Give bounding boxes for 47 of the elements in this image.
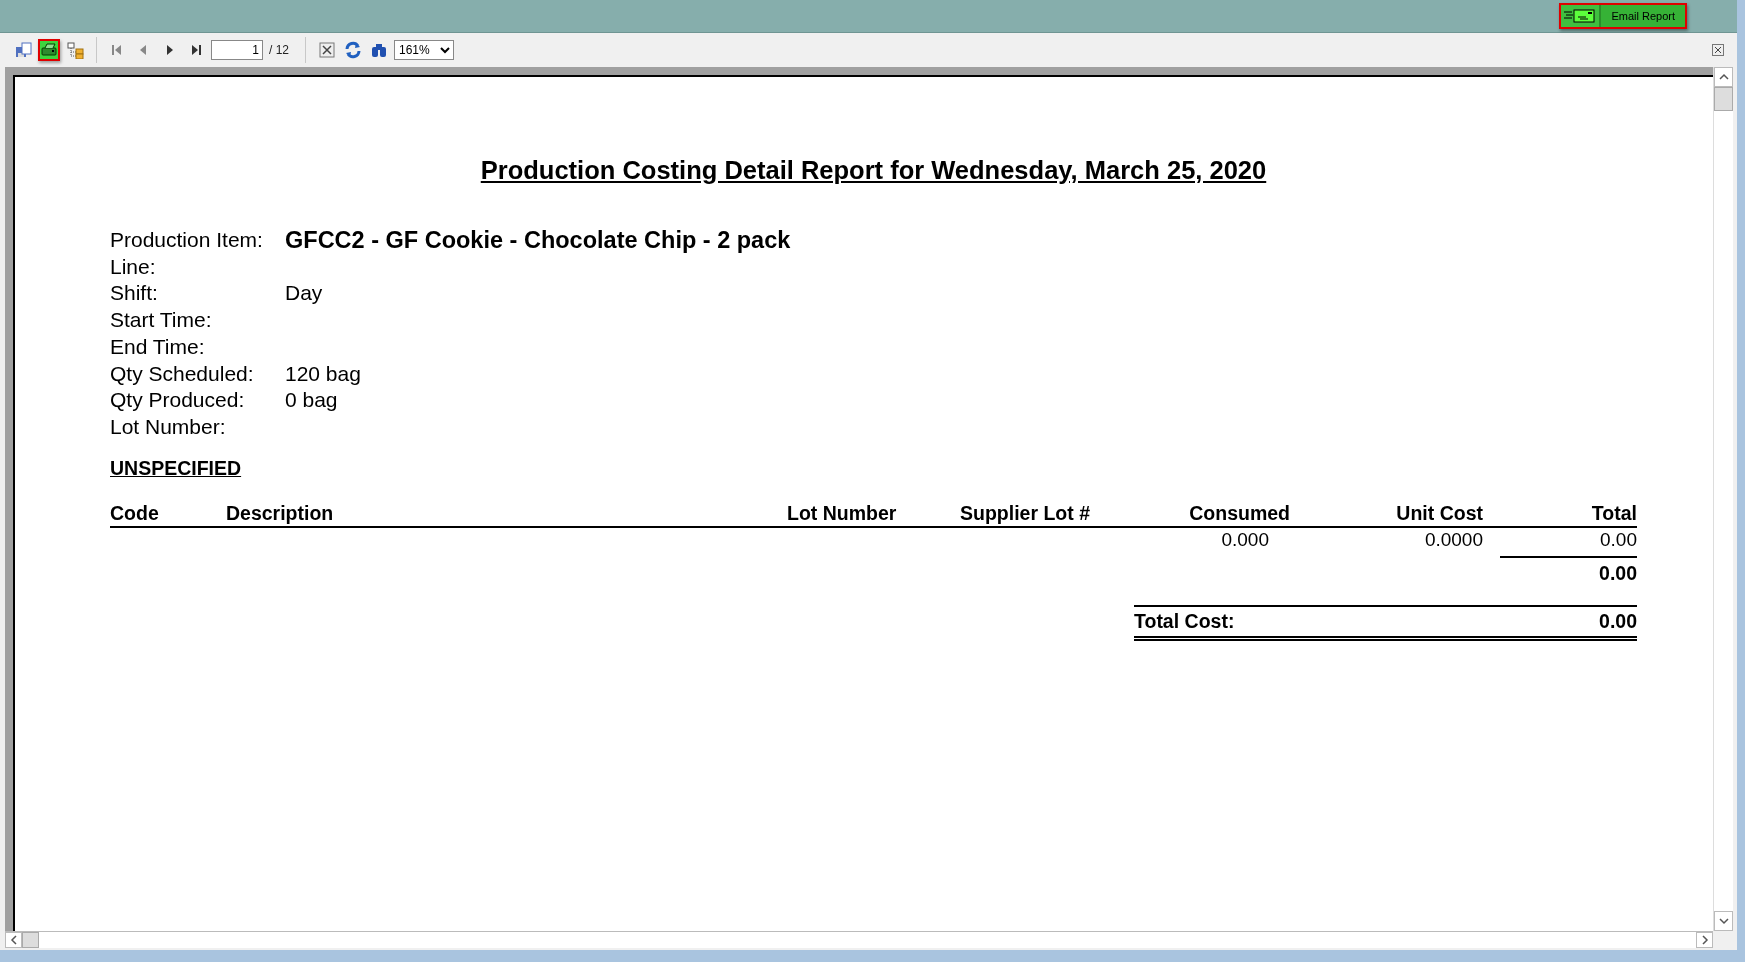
field-value: GFCC2 - GF Cookie - Chocolate Chip - 2 pack (285, 227, 791, 254)
binoculars-icon[interactable] (370, 41, 388, 59)
field-value: Day (285, 280, 324, 307)
close-icon[interactable] (1712, 44, 1724, 56)
total-cost-label: Total Cost: (1134, 609, 1235, 633)
zoom-dropdown[interactable]: 161% (394, 40, 454, 60)
scroll-up-icon[interactable] (1718, 72, 1729, 82)
field-label: Start Time: (110, 307, 213, 334)
report-title: Production Costing Detail Report for Wednesday, March 25, 2020 (479, 155, 1268, 185)
page-number-field[interactable]: 1 (211, 40, 263, 60)
table-cell-text: 0.0000 (1423, 527, 1483, 551)
scroll-thumb[interactable] (1714, 87, 1733, 111)
column-header: Description (226, 501, 787, 528)
page-count: / 12 (269, 43, 289, 57)
export-icon (14, 41, 32, 59)
column-header: Unit Cost (1290, 501, 1483, 528)
table-cell-text: 0.00 (1599, 527, 1637, 551)
close-view-icon[interactable] (318, 41, 336, 59)
field-label: Lot Number: (110, 413, 227, 440)
column-header: Lot Number (787, 501, 960, 528)
field-label: End Time: (110, 333, 206, 360)
field-label: Qty Produced: (110, 387, 246, 414)
table-cell-text: 0.000 (1220, 527, 1270, 551)
scroll-down-icon[interactable] (1718, 916, 1729, 926)
section-heading: UNSPECIFIED (110, 456, 242, 480)
scroll-thumb[interactable] (22, 932, 39, 948)
toolbar-button[interactable] (64, 39, 86, 61)
refresh-icon[interactable] (344, 41, 362, 59)
scroll-right-icon[interactable] (1699, 935, 1710, 945)
scroll-left-icon[interactable] (8, 935, 19, 945)
field-label: Production Item: (110, 227, 264, 253)
column-header: Consumed (1099, 501, 1290, 528)
field-label: Shift: (110, 280, 159, 307)
column-header: Total (1483, 501, 1637, 528)
total-cost-value: 0.00 (1599, 609, 1637, 633)
column-header: Supplier Lot # (960, 501, 1099, 528)
field-value: 120 bag (285, 360, 362, 387)
subtotal-value: 0.00 (1500, 555, 1637, 585)
email-icon (1564, 8, 1597, 24)
field-value: 0 bag (285, 387, 339, 414)
column-header: Code (110, 501, 226, 528)
toolbar-button[interactable] (38, 39, 60, 61)
field-label: Qty Scheduled: (110, 360, 255, 387)
printer-icon (40, 41, 58, 59)
tree-icon (66, 41, 84, 59)
email-report-button[interactable]: Email Report (1599, 5, 1685, 27)
field-label: Line: (110, 253, 157, 280)
